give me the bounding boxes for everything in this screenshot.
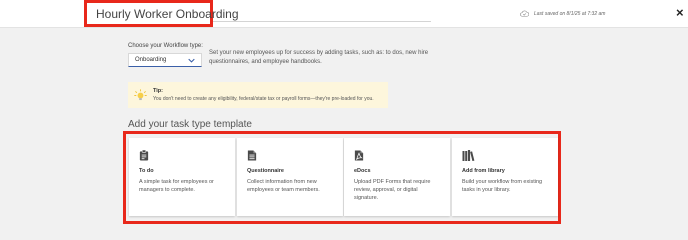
tip-text: You don't need to create any eligibility… xyxy=(153,96,374,102)
chevron-down-icon xyxy=(188,58,195,63)
card-description: Build your workflow from existing tasks … xyxy=(462,179,543,193)
last-saved-text: Last saved on 8/1/25 at 7:32 am xyxy=(534,10,606,17)
library-card[interactable]: Add from library Build your workflow fro… xyxy=(452,138,558,216)
card-description: Upload PDF Forms that require review, ap… xyxy=(354,179,431,201)
save-status: Last saved on 8/1/25 at 7:32 am xyxy=(520,10,605,17)
lightbulb-icon xyxy=(134,88,147,100)
tip-title: Tip: xyxy=(153,88,163,94)
tip-content: Tip: You don't need to create any eligib… xyxy=(153,88,374,102)
library-icon xyxy=(462,150,475,161)
top-bar: Hourly Worker Onboarding Last saved on 8… xyxy=(0,0,688,28)
document-icon xyxy=(247,150,257,161)
card-title: Add from library xyxy=(462,168,505,174)
clipboard-icon xyxy=(139,150,149,161)
tip-banner: Tip: You don't need to create any eligib… xyxy=(128,82,388,108)
card-title: eDocs xyxy=(354,168,371,174)
card-title: Questionnaire xyxy=(247,168,284,174)
edocs-card[interactable]: eDocs Upload PDF Forms that require revi… xyxy=(344,138,450,216)
title-underline xyxy=(213,21,431,22)
card-description: Collect information from new employees o… xyxy=(247,179,320,193)
pdf-icon xyxy=(354,150,364,161)
card-title: To do xyxy=(139,168,154,174)
workflow-type-select[interactable]: Onboarding xyxy=(128,53,202,67)
workflow-type-value: Onboarding xyxy=(135,57,167,63)
close-icon[interactable]: × xyxy=(676,6,684,19)
questionnaire-card[interactable]: Questionnaire Collect information from n… xyxy=(237,138,343,216)
cloud-check-icon xyxy=(520,10,529,17)
workflow-description: Set your new employees up for success by… xyxy=(209,50,429,65)
workflow-type-label: Choose your Workflow type: xyxy=(128,43,203,49)
workflow-title[interactable]: Hourly Worker Onboarding xyxy=(96,7,239,21)
card-description: A simple task for employees or managers … xyxy=(139,179,214,193)
section-heading: Add your task type template xyxy=(128,119,252,130)
workflow-title-field[interactable]: Hourly Worker Onboarding xyxy=(84,0,239,27)
todo-card[interactable]: To do A simple task for employees or man… xyxy=(129,138,235,216)
